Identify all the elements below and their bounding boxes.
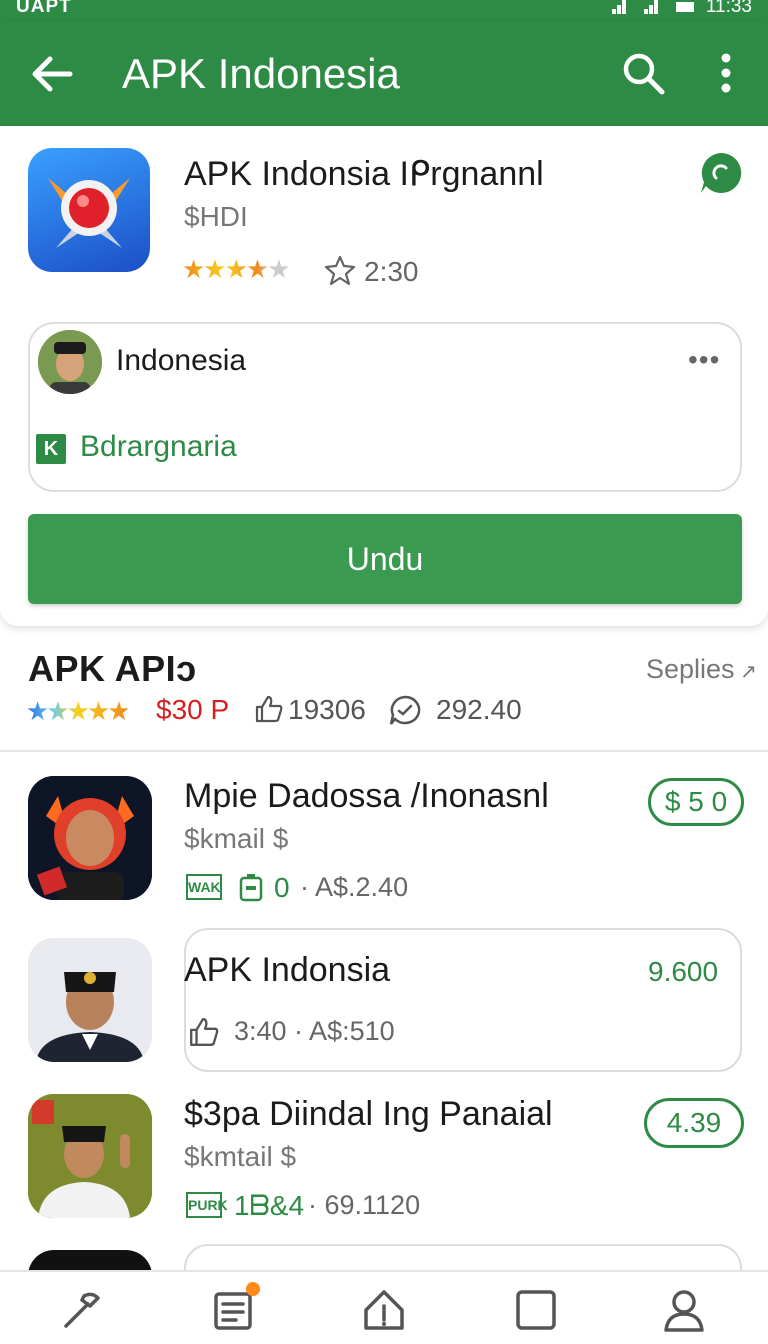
list-tag: WAK	[186, 874, 222, 900]
section-comments: 292.40	[436, 694, 522, 725]
list-app-name[interactable]: Mpie Dadossa /Inonasnl	[184, 776, 549, 816]
search-icon[interactable]	[620, 50, 666, 96]
game-logo-icon	[48, 178, 130, 248]
developer-box[interactable]: Indonesia ••• K Bdrargnaria	[28, 322, 742, 492]
arrow-icon: ↗	[734, 661, 757, 683]
list-app-icon	[28, 1250, 152, 1270]
list-app-icon	[28, 776, 152, 900]
list-app-subtitle: $kmtail $	[184, 1141, 297, 1172]
section-likes: 19306	[288, 694, 366, 725]
person-photo-icon	[28, 1094, 152, 1218]
list-app-name[interactable]: APK Indonsia	[184, 950, 390, 990]
home-icon[interactable]	[362, 1288, 406, 1332]
app-bar: APK Indonesia	[0, 22, 768, 126]
list-tag: PURK	[186, 1192, 228, 1218]
list-item[interactable]: Mpie Dadossa /Inonasnl $kmail $ WAK 0 · …	[0, 776, 768, 906]
developer-avatar	[38, 330, 102, 394]
screen: UAPT 11:33 APK Indonesia APK Indonsia Iᑭ…	[0, 0, 768, 1344]
developer-category[interactable]: Bdrargnaria	[80, 430, 237, 464]
section-stars: ★★★★★	[26, 696, 131, 726]
character-art-icon	[28, 776, 152, 900]
list-meta: · A$.2.40	[300, 872, 409, 902]
back-arrow-icon[interactable]	[28, 50, 76, 98]
list-item[interactable]: APK Indonsia 3:40 · A$:510 9.600	[0, 928, 768, 1074]
chat-bubble-icon[interactable]	[698, 150, 744, 196]
featured-app-subtitle: $HDI	[184, 201, 248, 232]
section-link-label: Seplies	[646, 654, 735, 684]
featured-app-card: APK Indonsia Iᑭrgnannl $HDI ★★★★★ 2:30 I…	[0, 126, 768, 626]
tools-icon[interactable]	[60, 1288, 104, 1332]
more-vert-icon[interactable]	[706, 50, 746, 96]
chat-icon[interactable]	[388, 694, 422, 726]
section-link[interactable]: Seplies ↗	[646, 654, 757, 685]
carrier-label: UAPT	[16, 0, 72, 17]
clock: 11:33	[705, 0, 752, 17]
status-bar: UAPT 11:33	[0, 0, 768, 22]
list-app-subtitle: $kmail $	[184, 823, 289, 854]
list-app-icon	[28, 938, 152, 1062]
list-meta-green: 0	[274, 872, 290, 903]
status-icons: 11:33	[611, 0, 752, 18]
featured-app-name[interactable]: APK Indonsia Iᑭrgnannl	[184, 154, 544, 194]
list-meta: 3:40 · A$:510	[234, 1016, 395, 1046]
list-item[interactable]: $3pa Diindal Ing Panaial $kmtail $ PURK …	[0, 1094, 768, 1224]
signal-icon-2	[643, 0, 664, 14]
section-title: APK APIↄ	[28, 648, 197, 689]
list-app-icon	[28, 1094, 152, 1218]
signal-icon	[611, 0, 632, 14]
featured-rating: 2:30	[364, 256, 419, 287]
square-icon[interactable]	[514, 1288, 558, 1332]
download-button[interactable]: Undu	[28, 514, 742, 604]
list-item-partial[interactable]	[0, 1244, 768, 1270]
battery-icon	[675, 2, 694, 12]
notification-badge	[246, 1282, 260, 1296]
list-meta-green: 1ᗷ&4	[234, 1190, 305, 1221]
price-label[interactable]: 9.600	[648, 956, 718, 988]
developer-more-icon[interactable]: •••	[688, 344, 720, 376]
battery-outline-icon	[239, 874, 263, 902]
profile-icon[interactable]	[662, 1288, 706, 1332]
price-button[interactable]: 4.39	[644, 1098, 744, 1148]
star-outline-icon[interactable]	[324, 254, 356, 286]
developer-name[interactable]: Indonesia	[116, 344, 246, 378]
featured-app-icon[interactable]	[28, 148, 150, 272]
section-price: $30 P	[156, 694, 230, 725]
thumbs-up-icon[interactable]	[254, 694, 284, 724]
price-button[interactable]: $ 5 0	[648, 778, 744, 826]
person-photo-icon	[28, 938, 152, 1062]
list-app-name[interactable]: $3pa Diindal Ing Panaial	[184, 1094, 553, 1134]
featured-stars: ★★★★★	[182, 254, 291, 284]
thumbs-up-icon	[190, 1018, 219, 1046]
divider	[0, 750, 768, 752]
list-card	[184, 1244, 742, 1270]
list-meta: · 69.1120	[308, 1190, 421, 1220]
bottom-nav	[0, 1270, 768, 1344]
category-icon: K	[36, 434, 66, 464]
person-photo-icon	[38, 330, 102, 394]
page-title: APK Indonesia	[122, 50, 400, 97]
